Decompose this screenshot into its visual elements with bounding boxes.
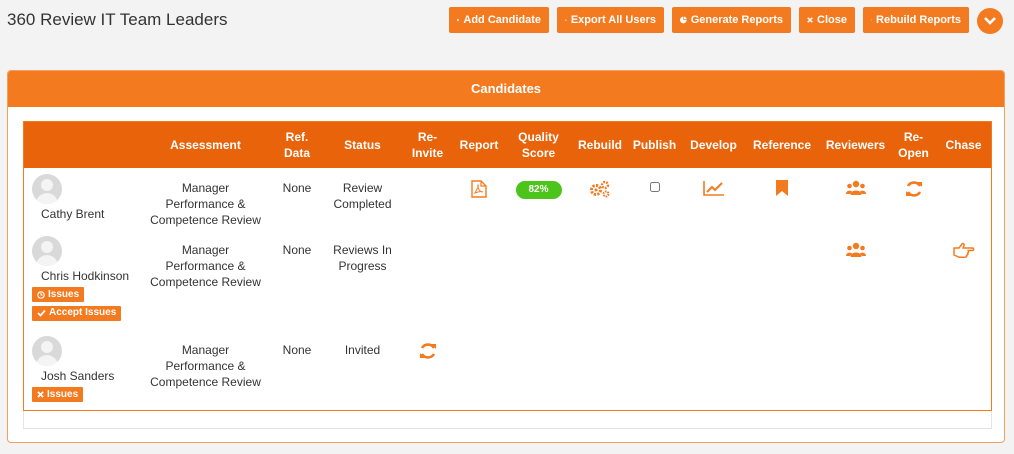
accept-issues-tag[interactable]: Accept Issues bbox=[32, 305, 122, 321]
col-rebuild: Rebuild bbox=[574, 122, 626, 168]
col-reviewers: Reviewers bbox=[820, 122, 891, 168]
status-cell: Review Completed bbox=[333, 181, 392, 211]
add-candidate-label: Add Candidate bbox=[463, 14, 541, 26]
chase-cell bbox=[936, 168, 991, 230]
pdf-icon[interactable] bbox=[471, 180, 487, 202]
candidate-cell: Cathy Brent bbox=[24, 168, 142, 230]
publish-cell bbox=[626, 230, 683, 330]
assessment-cell: Manager Performance & Competence Review bbox=[150, 181, 261, 227]
candidates-panel: Candidates Assessment Ref. Data Status Re… bbox=[7, 70, 1005, 443]
candidate-cell: Chris Hodkinson Issues Accept Issues bbox=[24, 230, 142, 330]
generate-reports-button[interactable]: Generate Reports bbox=[672, 7, 791, 33]
top-bar: 360 Review IT Team Leaders Add Candidate… bbox=[0, 0, 1014, 52]
table-header-row: Assessment Ref. Data Status Re- Invite Rep… bbox=[24, 122, 991, 168]
col-ref-data: Ref. Data bbox=[269, 122, 325, 168]
clock-icon bbox=[37, 290, 45, 299]
users-icon[interactable] bbox=[845, 242, 866, 262]
reinvite-cell bbox=[400, 230, 455, 330]
develop-cell bbox=[683, 230, 744, 330]
generate-reports-label: Generate Reports bbox=[690, 14, 783, 26]
publish-cell bbox=[626, 168, 683, 230]
gears-icon[interactable] bbox=[589, 180, 611, 202]
publish-checkbox[interactable] bbox=[650, 182, 660, 192]
col-develop: Develop bbox=[683, 122, 744, 168]
develop-cell bbox=[683, 168, 744, 230]
chase-cell bbox=[936, 230, 991, 330]
col-publish: Publish bbox=[626, 122, 683, 168]
bookmark-icon[interactable] bbox=[776, 180, 788, 200]
reviewers-cell bbox=[820, 230, 891, 330]
col-assessment: Assessment bbox=[142, 122, 269, 168]
refresh-icon[interactable] bbox=[419, 342, 437, 364]
refresh-icon bbox=[871, 19, 873, 21]
candidate-name[interactable]: Cathy Brent bbox=[41, 206, 142, 222]
report-cell bbox=[455, 230, 503, 330]
quality-score-cell: 82% bbox=[503, 168, 574, 230]
close-button[interactable]: Close bbox=[799, 7, 855, 33]
close-icon bbox=[807, 17, 813, 23]
table-footer bbox=[23, 411, 992, 429]
reopen-cell bbox=[891, 230, 936, 330]
col-reinvite: Re- Invite bbox=[400, 122, 455, 168]
line-chart-icon[interactable] bbox=[702, 180, 725, 200]
ref-data-cell: None bbox=[282, 181, 312, 195]
quality-score-cell bbox=[503, 230, 574, 330]
candidate-name[interactable]: Chris Hodkinson bbox=[41, 268, 142, 284]
col-candidate bbox=[24, 122, 142, 168]
close-label: Close bbox=[817, 14, 847, 26]
ref-data-cell: None bbox=[282, 243, 312, 257]
panel-title: Candidates bbox=[8, 71, 1004, 107]
toolbar: Add Candidate Export All Users Generate … bbox=[449, 7, 969, 33]
close-icon bbox=[37, 391, 44, 398]
col-chase: Chase bbox=[936, 122, 991, 168]
status-cell: Reviews In Progress bbox=[333, 243, 392, 273]
reference-cell bbox=[744, 168, 820, 230]
candidates-table-container: Assessment Ref. Data Status Re- Invite Rep… bbox=[23, 121, 992, 411]
rebuild-cell bbox=[574, 168, 626, 230]
avatar bbox=[32, 174, 62, 204]
candidates-table: Assessment Ref. Data Status Re- Invite Rep… bbox=[24, 122, 991, 432]
page-title: 360 Review IT Team Leaders bbox=[7, 10, 228, 29]
table-row: Chris Hodkinson Issues Accept Issues Man… bbox=[24, 230, 991, 330]
table-row: Cathy Brent Manager Performance & Competen… bbox=[24, 168, 991, 230]
reviewers-cell bbox=[820, 168, 891, 230]
pie-chart-icon bbox=[680, 16, 687, 24]
assessment-cell: Manager Performance & Competence Review bbox=[150, 243, 261, 289]
rebuild-reports-button[interactable]: Rebuild Reports bbox=[863, 7, 969, 33]
col-status: Status bbox=[325, 122, 400, 168]
candidate-name[interactable]: Josh Sanders bbox=[41, 368, 142, 384]
col-report: Report bbox=[455, 122, 503, 168]
rebuild-reports-label: Rebuild Reports bbox=[876, 14, 961, 26]
refresh-icon[interactable] bbox=[905, 180, 923, 202]
users-icon[interactable] bbox=[845, 180, 866, 200]
col-quality-score: Quality Score bbox=[503, 122, 574, 168]
issues-tag[interactable]: Issues bbox=[32, 287, 85, 302]
export-all-users-label: Export All Users bbox=[570, 14, 656, 26]
plus-circle-icon bbox=[457, 18, 460, 22]
avatar bbox=[32, 336, 62, 366]
quality-score-badge: 82% bbox=[515, 181, 562, 199]
reference-cell bbox=[744, 230, 820, 330]
col-reopen: Re- Open bbox=[891, 122, 936, 168]
issues-tag[interactable]: Issues bbox=[32, 387, 84, 402]
hand-pointer-icon[interactable] bbox=[952, 242, 975, 262]
rebuild-cell bbox=[574, 230, 626, 330]
reopen-cell bbox=[891, 168, 936, 230]
avatar bbox=[32, 236, 62, 266]
col-reference: Reference bbox=[744, 122, 820, 168]
add-candidate-button[interactable]: Add Candidate bbox=[449, 7, 549, 33]
more-options-button[interactable] bbox=[977, 8, 1003, 34]
download-icon bbox=[565, 19, 567, 21]
check-icon bbox=[37, 309, 46, 317]
reinvite-cell bbox=[400, 168, 455, 230]
chevron-down-icon bbox=[984, 17, 996, 25]
report-cell bbox=[455, 168, 503, 230]
export-all-users-button[interactable]: Export All Users bbox=[557, 7, 664, 33]
